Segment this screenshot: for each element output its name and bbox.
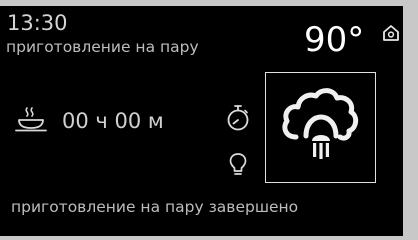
steam-program-tile[interactable] — [265, 72, 376, 183]
cooking-duration[interactable]: 00 ч 00 м — [62, 108, 164, 134]
screen: 13:30 приготовление на пару 90° 00 ч 00 … — [0, 6, 403, 236]
clock: 13:30 — [7, 11, 68, 35]
timer-button[interactable] — [226, 104, 250, 132]
light-bulb-icon — [229, 153, 247, 175]
cooking-pot-icon — [15, 106, 51, 134]
home-icon — [383, 25, 399, 41]
stopwatch-icon — [227, 105, 249, 131]
steam-icon — [282, 88, 359, 159]
home-button[interactable] — [381, 23, 401, 43]
light-button[interactable] — [227, 152, 249, 178]
temperature-setting[interactable]: 90° — [304, 20, 364, 60]
mode-title: приготовление на пару — [6, 38, 199, 56]
oven-display: 13:30 приготовление на пару 90° 00 ч 00 … — [0, 0, 418, 240]
status-message: приготовление на пару завершено — [11, 198, 299, 216]
